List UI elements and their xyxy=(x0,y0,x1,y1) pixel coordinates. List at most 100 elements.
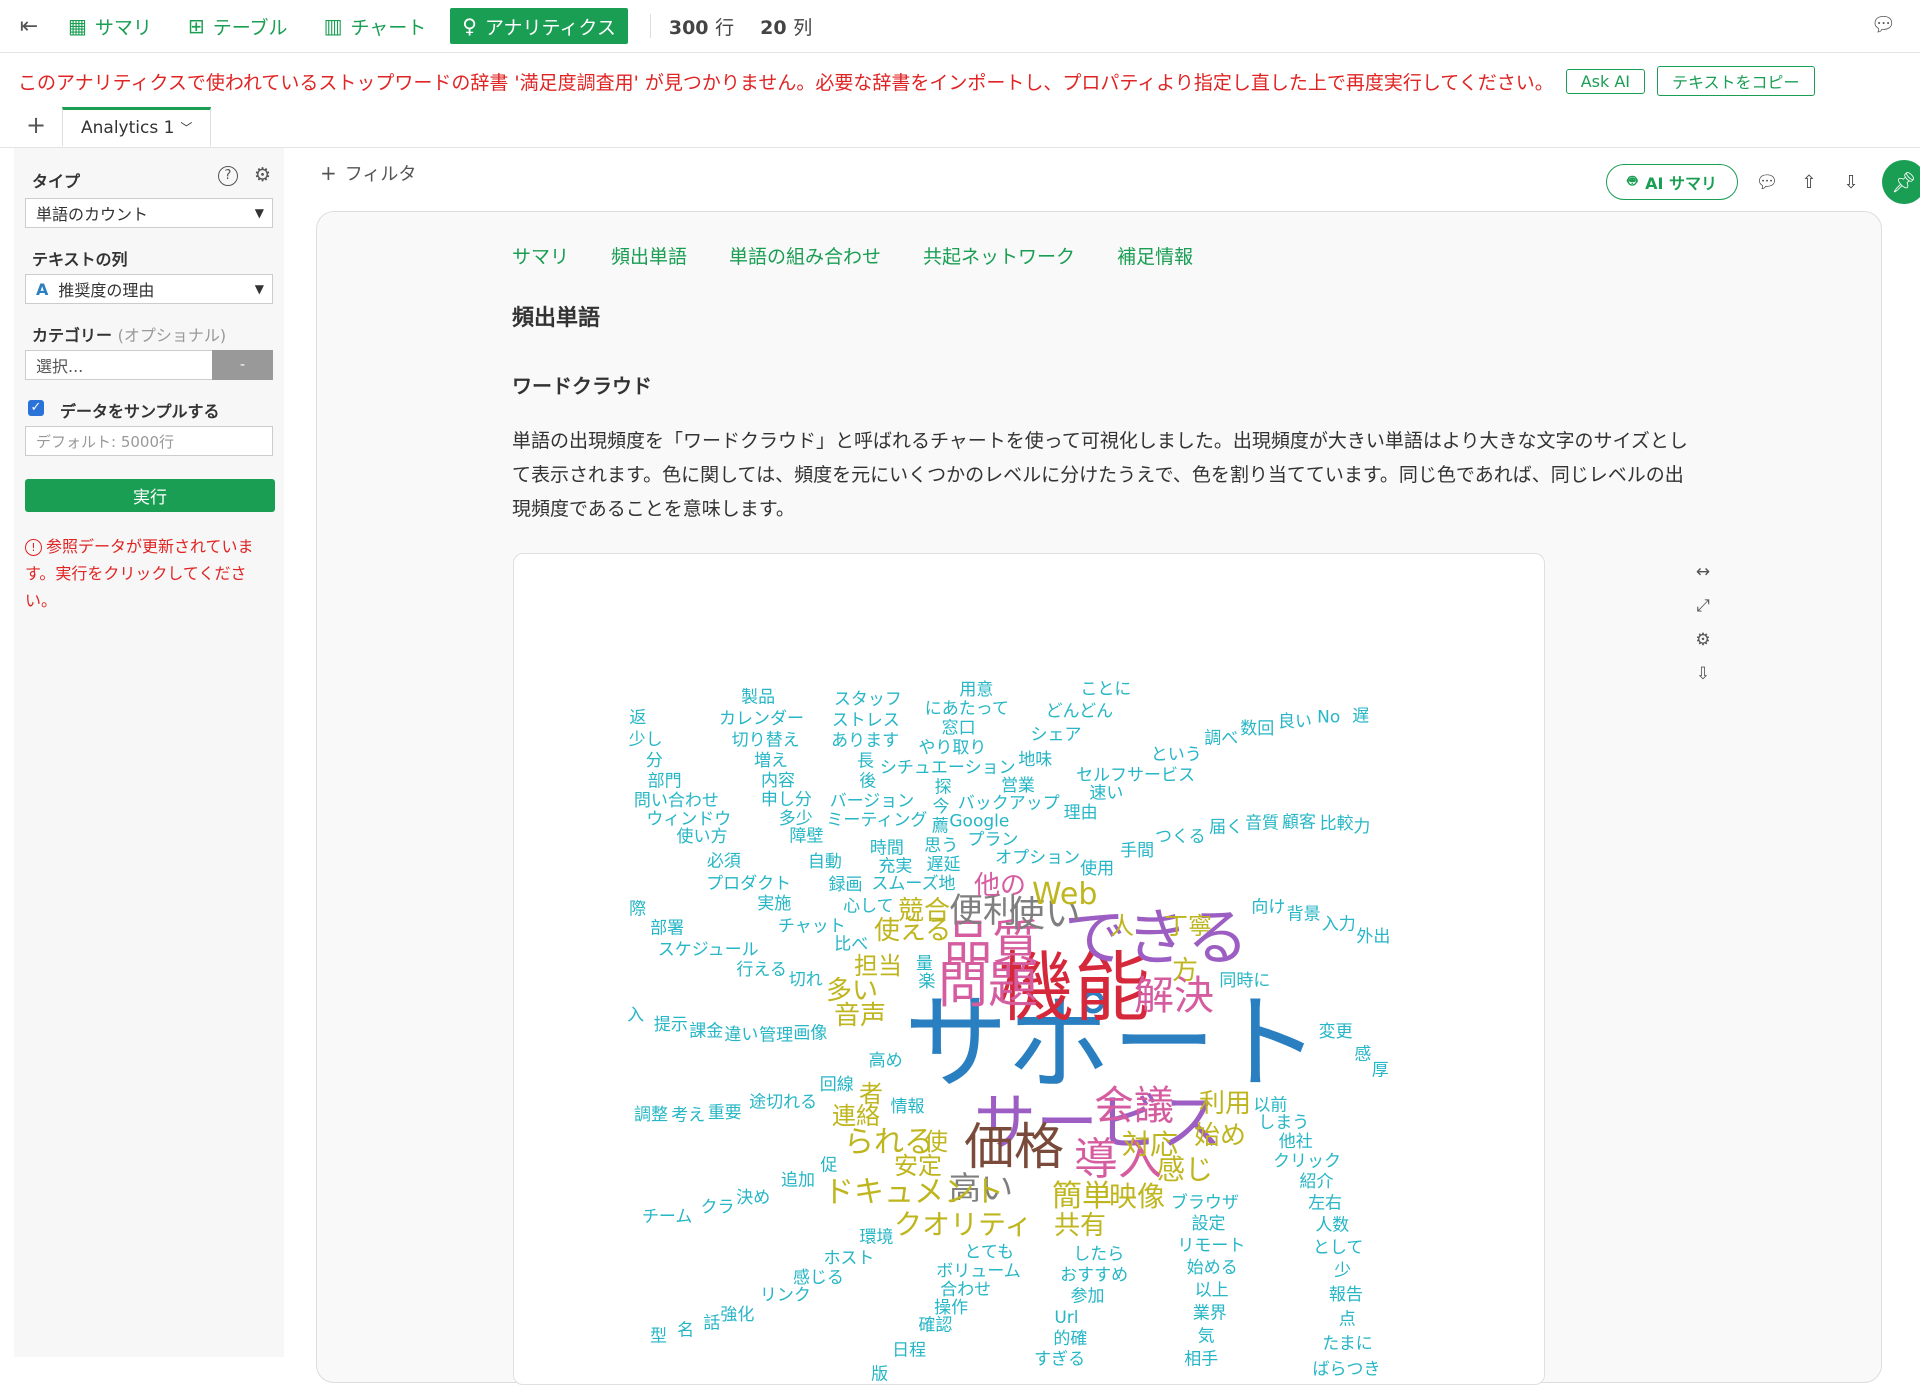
tab-chart-label: チャート xyxy=(350,16,427,39)
wordcloud-word: 部門 xyxy=(648,771,682,791)
wordcloud-word: 自動 xyxy=(808,852,842,872)
wordcloud-word: 簡単 xyxy=(1052,1179,1112,1214)
wordcloud-word: 楽 xyxy=(918,972,935,992)
robot-icon: 🤖︎ xyxy=(1627,171,1638,190)
wordcloud-word: 調整 xyxy=(634,1105,668,1125)
wordcloud-word: バックアップ xyxy=(958,794,1060,814)
wordcloud-word: プロダクト xyxy=(706,874,791,894)
wordcloud-word: 返 xyxy=(629,708,646,728)
comment-icon[interactable]: 💬︎ xyxy=(1871,12,1896,36)
wordcloud-word: おすすめ xyxy=(1060,1266,1128,1286)
wordcloud-word: 速い xyxy=(1089,783,1123,803)
tab-summary-label: サマリ xyxy=(94,16,152,39)
wordcloud-word: 切れ xyxy=(789,970,823,990)
wordcloud-word: バージョン xyxy=(830,791,915,811)
warning-text: 参照データが更新されています。実行をクリックしてください。 xyxy=(25,537,254,610)
text-type-icon: A xyxy=(36,279,49,299)
subtab-supplementary-info[interactable]: 補足情報 xyxy=(1117,242,1193,269)
wordcloud-word: ドキュメント xyxy=(824,1175,1004,1210)
tab-table[interactable]: ⊞ テーブル xyxy=(176,8,300,44)
wordcloud-word: 者 xyxy=(859,1080,883,1108)
wordcloud-word: ウィンドウ xyxy=(646,809,731,829)
tab-analytics-1[interactable]: Analytics 1 ﹀ xyxy=(62,107,212,147)
wordcloud-word: 利用 xyxy=(1199,1089,1251,1119)
collapse-left-icon[interactable]: ⇤ xyxy=(14,11,44,41)
category-input[interactable]: 選択... xyxy=(25,350,213,380)
chevron-down-icon: ﹀ xyxy=(180,121,193,135)
alert-circle-icon: ! xyxy=(25,539,42,556)
wordcloud-word: つくる xyxy=(1155,827,1206,847)
wordcloud-word: 考え xyxy=(671,1106,705,1126)
category-label-text: カテゴリー xyxy=(32,326,113,345)
wordcloud-word: 丁寧 xyxy=(1164,912,1212,940)
subtab-word-combinations[interactable]: 単語の組み合わせ xyxy=(729,242,881,269)
wordcloud-word: オプション xyxy=(995,848,1080,868)
wordcloud-word: スタッフ xyxy=(834,689,902,709)
type-select[interactable]: 単語のカウント ▼ xyxy=(25,198,273,228)
wordcloud-word: 地 xyxy=(938,874,955,894)
wordcloud-word: 始める xyxy=(1187,1258,1238,1278)
wordcloud-word: 今 xyxy=(932,797,949,817)
row-count-value: 300 xyxy=(668,16,709,39)
wordcloud-word: 力 xyxy=(1353,817,1370,837)
subtab-frequent-words[interactable]: 頻出単語 xyxy=(611,242,687,269)
wordcloud-word: 報告 xyxy=(1329,1285,1363,1305)
copy-text-button[interactable]: テキストをコピー xyxy=(1657,66,1815,96)
sample-checkbox[interactable]: ✓ xyxy=(28,400,44,416)
category-clear-button[interactable]: - xyxy=(212,350,273,380)
tab-chart[interactable]: ▥ チャート xyxy=(312,8,439,44)
wordcloud-word: あります xyxy=(831,731,899,751)
wordcloud-word: 障壁 xyxy=(790,827,824,847)
subtab-summary[interactable]: サマリ xyxy=(512,242,569,269)
download-icon[interactable]: ⇩ xyxy=(1692,664,1714,698)
gear-icon[interactable]: ⚙ xyxy=(254,164,271,186)
ai-summary-button[interactable]: 🤖︎ AI サマリ xyxy=(1606,164,1738,200)
wordcloud-word: ホスト xyxy=(823,1249,874,1269)
ai-summary-label: AI サマリ xyxy=(1645,174,1717,193)
row-count-unit: 行 xyxy=(715,16,735,39)
wordcloud-word: として xyxy=(1313,1238,1364,1258)
settings-icon[interactable]: ⚙ xyxy=(1692,630,1714,664)
expand-horizontal-icon[interactable]: ↔ xyxy=(1692,562,1714,596)
wordcloud-word: 途切れる xyxy=(749,1093,817,1113)
help-icon[interactable]: ? xyxy=(218,166,238,186)
wordcloud-word: にあたって xyxy=(925,699,1009,719)
wordcloud-word: 同時に xyxy=(1219,971,1270,991)
tab-analytics[interactable]: ♀ アナリティクス xyxy=(450,8,628,44)
text-column-select[interactable]: A 推奨度の理由 ▼ xyxy=(25,274,273,304)
wordcloud-word: チャット xyxy=(778,916,846,936)
ask-ai-button[interactable]: Ask AI xyxy=(1565,68,1645,94)
add-tab-icon[interactable]: + xyxy=(26,111,46,139)
upload-icon[interactable]: ⇧ xyxy=(1798,171,1820,193)
wordcloud-word: 変更 xyxy=(1319,1022,1353,1042)
wordcloud-word: 背景 xyxy=(1287,904,1321,924)
wordcloud-word: 合わせ xyxy=(940,1280,991,1300)
fullscreen-icon[interactable]: ⤢ xyxy=(1692,596,1714,630)
run-button[interactable]: 実行 xyxy=(25,479,275,512)
wordcloud-word: リンク xyxy=(760,1285,811,1305)
comment-icon[interactable]: 💬︎ xyxy=(1756,171,1779,193)
tab-summary[interactable]: ▦ サマリ xyxy=(56,8,164,44)
wordcloud-word: 切り替え xyxy=(732,730,800,750)
wordcloud-word: 多少 xyxy=(779,809,813,829)
tab-analytics-1-label: Analytics 1 xyxy=(81,117,175,138)
filter-button[interactable]: + フィルタ xyxy=(320,160,416,186)
wordcloud-word: 環境 xyxy=(860,1228,894,1248)
wordcloud-word: 調べ xyxy=(1204,728,1238,748)
wordcloud-word: 画像 xyxy=(793,1024,827,1044)
wordcloud-container: サポート 機能 できる サービス 問題 品質 解決 会議 導入 価格 便利 使い 高い Web られる ドキュ… xyxy=(513,553,1545,1385)
sample-size-input[interactable]: デフォルト: 5000行 xyxy=(25,426,273,456)
download-icon[interactable]: ⇩ xyxy=(1840,171,1862,193)
wordcloud-word: 参加 xyxy=(1071,1287,1105,1307)
pin-icon[interactable]: 📌︎ xyxy=(1882,160,1920,204)
wordcloud-word: 良い xyxy=(1278,712,1312,732)
wordcloud-word: 音質 xyxy=(1245,813,1279,833)
wordcloud-word: という xyxy=(1151,745,1202,765)
category-label: カテゴリー (オプショナル) xyxy=(32,322,226,346)
wordcloud-word: 必須 xyxy=(707,852,741,872)
subtab-cooccurrence-network[interactable]: 共起ネットワーク xyxy=(923,242,1075,269)
wordcloud-word: 地味 xyxy=(1018,750,1052,770)
wordcloud-word: 遅 xyxy=(1352,707,1369,727)
wordcloud-word: 探 xyxy=(935,777,952,797)
bulb-icon: ♀ xyxy=(462,14,477,38)
